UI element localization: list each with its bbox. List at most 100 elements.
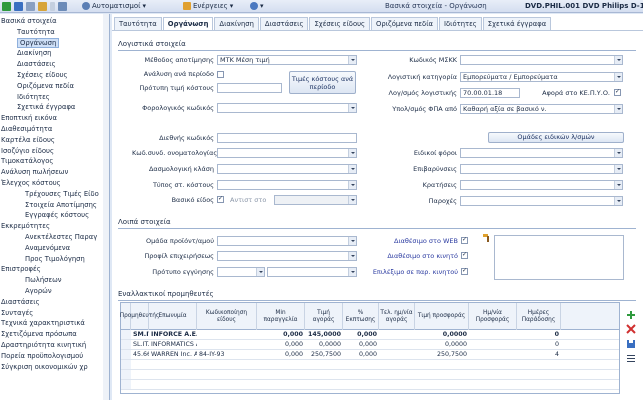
tab[interactable]: Διαστάσεις xyxy=(259,17,309,30)
corresponds-select[interactable] xyxy=(274,195,357,205)
tax-code-select[interactable] xyxy=(217,103,357,113)
tab[interactable]: Διακίνηση xyxy=(214,17,259,30)
print-icon[interactable] xyxy=(26,2,35,11)
customs-class-select[interactable] xyxy=(217,164,357,174)
table-cell[interactable] xyxy=(379,350,415,359)
table-cell[interactable]: 0,000 xyxy=(257,330,305,339)
sidebar-item[interactable]: Εποπτική εικόνα xyxy=(0,113,104,124)
table-cell[interactable]: SM.IT.00102 xyxy=(131,330,149,339)
table-cell[interactable]: 4 xyxy=(517,350,561,359)
table-cell[interactable]: 0 xyxy=(517,340,561,349)
table-cell[interactable]: 0,0000 xyxy=(415,330,469,339)
accounting-category-select[interactable]: Εμπορεύματα / Εμπορεύματα xyxy=(460,72,623,82)
table-row[interactable] xyxy=(121,380,619,390)
sidebar-item[interactable]: Οριζόμενα πεδία xyxy=(0,81,104,92)
international-code-input[interactable] xyxy=(217,133,357,143)
available-web-checkbox[interactable] xyxy=(461,236,468,244)
table-row[interactable]: 45.66.34WARREN Inc. A...84-IY-930,000250… xyxy=(121,350,619,360)
combined-nomenclature-select[interactable] xyxy=(217,148,357,158)
table-cell[interactable]: INFORMATICS A.E. xyxy=(149,340,197,349)
list-icon[interactable] xyxy=(626,353,636,363)
table-cell[interactable] xyxy=(379,340,415,349)
save-icon[interactable] xyxy=(626,339,636,349)
table-cell[interactable]: 0,000 xyxy=(343,350,379,359)
row-selector[interactable] xyxy=(121,350,131,359)
column-header[interactable]: Ημ/νία Προσφοράς xyxy=(469,303,517,330)
row-selector[interactable] xyxy=(121,380,131,389)
sidebar-item[interactable]: Ιδιότητες xyxy=(0,92,104,103)
actions-menu[interactable]: Ενέργειες ▾ xyxy=(183,2,233,10)
sidebar-item[interactable]: Διαστάσεις xyxy=(0,59,104,70)
table-cell[interactable]: 45.66.34 xyxy=(131,350,149,359)
sidebar-item[interactable]: Διαστάσεις xyxy=(0,297,104,308)
withholdings-select[interactable] xyxy=(460,180,623,190)
table-row[interactable]: SM.IT.00102INFORCE A.E.0,000145,00000,00… xyxy=(121,330,619,340)
column-header[interactable]: Τιμή αγοράς xyxy=(305,303,343,330)
copy-icon[interactable] xyxy=(58,2,67,11)
automation-menu[interactable]: Αυτοματισμοί ▾ xyxy=(82,2,146,10)
image-preview-box[interactable] xyxy=(494,235,624,280)
tab[interactable]: Σχέσεις είδους xyxy=(309,17,371,30)
sidebar-item[interactable]: Ανεκτέλεστες Παραγ xyxy=(0,232,104,243)
table-cell[interactable] xyxy=(469,340,517,349)
table-cell[interactable]: INFORCE A.E. xyxy=(149,330,197,339)
sidebar-item[interactable]: Τεχνικά χαρακτηριστικά xyxy=(0,318,104,329)
sidebar-item[interactable]: Τρέχουσες Τιμές Είδο xyxy=(0,189,104,200)
help-menu[interactable]: ▾ xyxy=(250,2,264,10)
brush-icon[interactable] xyxy=(482,233,492,243)
table-row[interactable]: SL.IT.00100INFORMATICS A.E.0,0000,00000,… xyxy=(121,340,619,350)
table-cell[interactable]: 0,0000 xyxy=(415,340,469,349)
table-cell[interactable]: 84-IY-93 xyxy=(197,350,257,359)
sidebar-item[interactable]: Δραστηριότητα κινητική xyxy=(0,340,104,351)
table-cell[interactable]: 250,7500 xyxy=(415,350,469,359)
analysis-per-period-checkbox[interactable] xyxy=(217,71,224,78)
sidebar-item[interactable]: Ανάλυση πωλήσεων xyxy=(0,167,104,178)
table-cell[interactable]: 250,7500 xyxy=(305,350,343,359)
sidebar-item[interactable]: Τιμοκατάλογος xyxy=(0,156,104,167)
table-cell[interactable]: 0,000 xyxy=(257,340,305,349)
cost-per-period-button[interactable]: Τιμές κόστους ανά περίοδο xyxy=(289,71,356,94)
tab[interactable]: Ταυτότητα xyxy=(114,17,162,30)
table-cell[interactable]: 145,0000 xyxy=(305,330,343,339)
column-header[interactable]: Επωνυμία xyxy=(149,303,197,330)
table-cell[interactable] xyxy=(469,350,517,359)
sidebar-item[interactable]: Αγορών xyxy=(0,286,104,297)
column-header[interactable]: Προμηθευτής xyxy=(120,303,159,330)
sidebar-item[interactable]: Διαθεσιμότητα xyxy=(0,124,104,135)
kepyo-checkbox[interactable] xyxy=(614,88,621,96)
table-row[interactable] xyxy=(121,370,619,380)
table-cell[interactable]: 0,000 xyxy=(343,330,379,339)
column-header[interactable]: Τελ. ημ/νία αγοράς xyxy=(379,303,415,330)
sidebar-item[interactable]: Προς Τιμολόγηση xyxy=(0,254,104,265)
business-profile-select[interactable] xyxy=(217,251,357,261)
base-item-checkbox[interactable] xyxy=(217,195,224,203)
sidebar-item[interactable]: Εγγραφές κόστους xyxy=(0,210,104,221)
sidebar-item[interactable]: Διακίνηση xyxy=(0,48,104,59)
sidebar-scrollbar[interactable] xyxy=(103,14,109,400)
tab[interactable]: Οριζόμενα πεδία xyxy=(371,17,438,30)
tab[interactable]: Ιδιότητες xyxy=(439,17,482,30)
table-cell[interactable] xyxy=(469,330,517,339)
table-row[interactable] xyxy=(121,360,619,370)
sidebar-item[interactable]: Εκκρεμότητες xyxy=(0,221,104,232)
tab[interactable]: Σχετικά έγγραφα xyxy=(482,17,552,30)
sidebar-item[interactable]: Σύγκριση οικονομικών χρ xyxy=(0,362,104,373)
column-header[interactable]: Ημέρες Παράδοσης xyxy=(517,303,561,330)
dropdown-icon[interactable] xyxy=(50,2,55,11)
charges-select[interactable] xyxy=(460,164,623,174)
delete-row-icon[interactable] xyxy=(626,324,636,334)
column-header[interactable]: % Εκπτωσης xyxy=(343,303,379,330)
sidebar-item[interactable]: Σχετιζόμενα πρόσωπα xyxy=(0,329,104,340)
sidebar-item[interactable]: Ταυτότητα xyxy=(0,27,104,38)
special-taxes-select[interactable] xyxy=(460,148,623,158)
sidebar-item[interactable]: Βασικά στοιχεία xyxy=(0,16,104,27)
cost-type-select[interactable] xyxy=(217,180,357,190)
available-mobile-checkbox[interactable] xyxy=(461,251,468,259)
sidebar-item[interactable]: Καρτέλα είδους xyxy=(0,135,104,146)
table-cell[interactable]: 0,000 xyxy=(257,350,305,359)
table-cell[interactable] xyxy=(379,330,415,339)
sidebar-item[interactable]: Πωλήσεων xyxy=(0,275,104,286)
gl-account-input[interactable]: 70.00.01.18 xyxy=(460,88,520,98)
table-cell[interactable] xyxy=(197,340,257,349)
save-icon[interactable] xyxy=(14,2,23,11)
